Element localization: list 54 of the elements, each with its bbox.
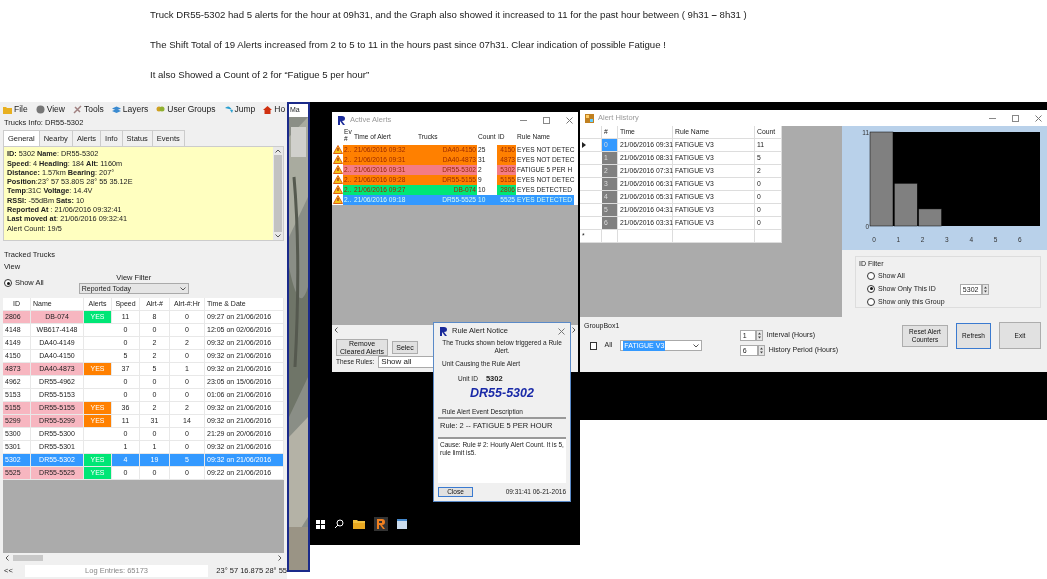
- chevron-right-icon[interactable]: [572, 327, 576, 333]
- maximize-icon[interactable]: [1012, 114, 1019, 122]
- warning-icon: [333, 175, 343, 184]
- window-icon: [585, 113, 594, 123]
- app-logo-icon: [439, 326, 448, 336]
- tools-icon[interactable]: [73, 104, 82, 114]
- house-icon[interactable]: [263, 104, 273, 114]
- warning-icon: [333, 145, 343, 154]
- checkbox[interactable]: [590, 341, 597, 350]
- chevron-up-icon[interactable]: [275, 149, 281, 154]
- chevron-down-icon[interactable]: [275, 234, 281, 239]
- menu-item[interactable]: File: [14, 103, 28, 116]
- chevron-right-icon[interactable]: [278, 555, 282, 561]
- app-icon[interactable]: [374, 517, 388, 531]
- layers-icon[interactable]: [111, 104, 121, 114]
- menu-item[interactable]: User Groups: [167, 103, 216, 116]
- chevron-left-icon[interactable]: [334, 327, 338, 333]
- chevron-left-icon[interactable]: [5, 555, 9, 561]
- menu-item[interactable]: View: [46, 103, 65, 116]
- chevron-down-icon: [692, 343, 699, 348]
- spinner-arrows-icon: [757, 344, 765, 356]
- minimize-icon[interactable]: [520, 119, 527, 121]
- scrollbar[interactable]: [273, 147, 283, 241]
- close-icon[interactable]: [558, 327, 565, 335]
- folder-icon[interactable]: [353, 519, 365, 529]
- warning-icon: [333, 165, 343, 174]
- spinner-arrows-icon: [981, 283, 989, 295]
- close-icon[interactable]: [566, 116, 573, 124]
- spinner-arrows-icon: [755, 329, 763, 341]
- note-text: Truck DR55-5302 had 5 alerts for the hour at 09h31, and the Graph also showed it increased to 11 for the past hour between ( 9h31 – 8h31 ): [150, 8, 748, 22]
- menu-item[interactable]: Jump: [234, 103, 256, 116]
- scroll-thumb[interactable]: [274, 155, 282, 233]
- note-text: The Shift Total of 19 Alerts increased from 2 to 5 to 11 in the hours past since 07h31. Clear indication of possible Fatigue !: [150, 37, 667, 52]
- warning-icon: [333, 185, 343, 194]
- menu-item[interactable]: Tools: [84, 103, 104, 116]
- windows-start-icon[interactable]: [316, 519, 325, 529]
- arrow-icon[interactable]: [223, 104, 233, 114]
- warning-icon: [333, 195, 343, 204]
- warning-icon: [333, 155, 343, 164]
- scrollbar[interactable]: [3, 553, 284, 563]
- app-logo-icon: [337, 115, 346, 125]
- scroll-thumb[interactable]: [13, 555, 43, 561]
- group-icon[interactable]: [156, 104, 166, 114]
- row-pointer-icon: [582, 142, 586, 148]
- minimize-icon[interactable]: [989, 117, 996, 119]
- note-text: It also Showed a Count of 2 for “Fatigue 5 per hour”: [150, 67, 371, 82]
- search-icon[interactable]: [334, 519, 344, 529]
- maximize-icon[interactable]: [543, 116, 550, 124]
- menu-item[interactable]: Ho: [274, 103, 286, 116]
- chevron-down-icon: [179, 286, 186, 291]
- close-icon[interactable]: [1035, 114, 1042, 122]
- window-icon[interactable]: [397, 519, 407, 529]
- menu-item[interactable]: Layers: [122, 103, 149, 116]
- unit-name: DR55-5302: [469, 385, 535, 402]
